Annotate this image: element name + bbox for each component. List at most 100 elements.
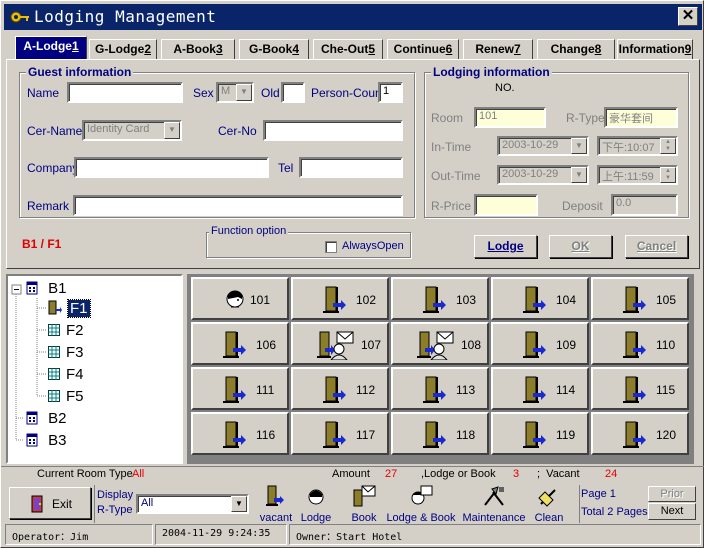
tab-change[interactable]: Change8 [537, 39, 615, 60]
outtime-date-picker[interactable]: 2003-10-29 ▼ [497, 165, 589, 185]
intime-time-spinner[interactable]: 下午:10:07 ▲ ▼ [597, 136, 678, 156]
tel-input[interactable] [299, 157, 403, 178]
outtime-time-spinner[interactable]: 上午:11:59 ▲ ▼ [597, 165, 678, 185]
room-102[interactable]: 102 [291, 277, 389, 320]
always-open-checkbox[interactable] [325, 241, 337, 253]
room-number: 113 [456, 383, 476, 397]
rprice-input[interactable] [474, 194, 538, 216]
room-120[interactable]: 120 [591, 412, 689, 455]
room-118[interactable]: 118 [391, 412, 489, 455]
tab-che-out[interactable]: Che-Out5 [313, 39, 383, 60]
building-icon [26, 411, 38, 425]
room-107[interactable]: 107 [291, 322, 389, 365]
room-105[interactable]: 105 [591, 277, 689, 320]
lodge-button[interactable]: Lodge [474, 235, 537, 258]
window-title: Lodging Management [34, 7, 217, 26]
room-112[interactable]: 112 [291, 367, 389, 410]
cer-name-select[interactable]: Identity Card ▼ [82, 120, 182, 141]
name-input[interactable] [67, 82, 183, 103]
company-input[interactable] [74, 157, 269, 178]
tree-item-f4[interactable]: F4 [48, 366, 84, 383]
tree-item-f3[interactable]: F3 [48, 344, 84, 361]
tree-label-f5: F5 [66, 388, 84, 405]
operator-status: Operator：Jim [5, 524, 153, 545]
rtype-input[interactable]: 豪华套间 [604, 107, 678, 128]
old-input[interactable] [281, 82, 305, 103]
chevron-down-icon[interactable]: ▼ [231, 496, 247, 512]
room-117[interactable]: 117 [291, 412, 389, 455]
tab-continue[interactable]: Continue6 [387, 39, 459, 60]
room-number: 118 [456, 428, 476, 442]
keys-icon [10, 11, 29, 23]
vacant-door-icon [223, 331, 246, 358]
spinner-icon[interactable]: ▲ ▼ [660, 167, 676, 183]
tab-shortcut-key: 8 [594, 42, 602, 56]
vacant-door-icon [523, 286, 546, 313]
room-103[interactable]: 103 [391, 277, 489, 320]
tab-g-lodge[interactable]: G-Lodge2 [89, 39, 157, 60]
cer-no-input[interactable] [263, 120, 403, 141]
room-104[interactable]: 104 [491, 277, 589, 320]
chevron-down-icon[interactable]: ▼ [571, 138, 587, 154]
close-button[interactable]: ✕ [678, 7, 698, 26]
vacant-door-icon [323, 286, 346, 313]
tab-a-book[interactable]: A-Book3 [161, 39, 235, 60]
tree-item-b2[interactable]: B2 [26, 410, 67, 427]
tab-label: Change [550, 42, 595, 56]
person-count-input[interactable]: 1 [378, 82, 403, 103]
floor-icon [48, 324, 60, 336]
room-114[interactable]: 114 [491, 367, 589, 410]
cancel-button[interactable]: Cancel [625, 235, 688, 258]
building-icon [26, 433, 38, 447]
rtype-filter-value: All [141, 497, 154, 509]
room-111[interactable]: 111 [191, 367, 289, 410]
intime-date-picker[interactable]: 2003-10-29 ▼ [497, 136, 589, 156]
room-106[interactable]: 106 [191, 322, 289, 365]
next-button[interactable]: Next [648, 503, 696, 520]
tab-shortcut-key: 5 [368, 42, 375, 56]
chevron-down-icon[interactable]: ▼ [571, 167, 587, 183]
chevron-down-icon[interactable]: ▼ [236, 84, 252, 101]
room-input[interactable]: 101 [474, 107, 546, 128]
room-number: 111 [256, 383, 275, 397]
close-icon: ✕ [681, 7, 695, 24]
vacant-door-icon [323, 421, 346, 448]
prior-button[interactable]: Prior [648, 486, 696, 502]
deposit-input[interactable]: 0.0 [611, 194, 678, 216]
tab-information[interactable]: Information9 [617, 39, 693, 60]
room-115[interactable]: 115 [591, 367, 689, 410]
lodging-info-title: Lodging information [431, 65, 552, 79]
cer-name-value: Identity Card [87, 123, 150, 135]
room-108[interactable]: 108 [391, 322, 489, 365]
tab-a-lodge[interactable]: A-Lodge1 [15, 36, 87, 60]
sex-select[interactable]: M ▼ [216, 82, 254, 103]
tree-item-f1[interactable]: F1 [48, 299, 91, 318]
tree-item-f5[interactable]: F5 [48, 388, 84, 405]
owner-status: Owner：Start Hotel [289, 524, 701, 545]
room-number: 116 [256, 428, 276, 442]
outtime-label: Out-Time [431, 169, 481, 183]
name-label: Name [27, 86, 60, 100]
room-109[interactable]: 109 [491, 322, 589, 365]
room-113[interactable]: 113 [391, 367, 489, 410]
tab-g-book[interactable]: G-Book4 [239, 39, 309, 60]
room-101[interactable]: 101 [191, 277, 289, 320]
remark-input[interactable] [73, 195, 403, 216]
room-110[interactable]: 110 [591, 322, 689, 365]
rtype-filter-select[interactable]: All ▼ [136, 494, 249, 514]
amount-value: 27 [385, 468, 398, 480]
room-119[interactable]: 119 [491, 412, 589, 455]
tree-item-b1[interactable]: B1 [26, 280, 67, 297]
room-116[interactable]: 116 [191, 412, 289, 455]
ok-button[interactable]: OK [549, 235, 612, 258]
tab-renew[interactable]: Renew7 [463, 39, 533, 60]
no-label: NO. [495, 82, 515, 94]
spinner-icon[interactable]: ▲ ▼ [660, 138, 676, 154]
chevron-down-icon[interactable]: ▼ [164, 122, 180, 139]
tree-item-f2[interactable]: F2 [48, 322, 84, 339]
tree-item-b3[interactable]: B3 [26, 432, 67, 449]
floor-tree: B1 F1 F2 F3 F4 F5 B2 B3 [6, 274, 183, 464]
vacant-door-icon [223, 376, 246, 403]
exit-button[interactable]: Exit [9, 487, 91, 519]
cer-name-label: Cer-Name [27, 124, 83, 138]
